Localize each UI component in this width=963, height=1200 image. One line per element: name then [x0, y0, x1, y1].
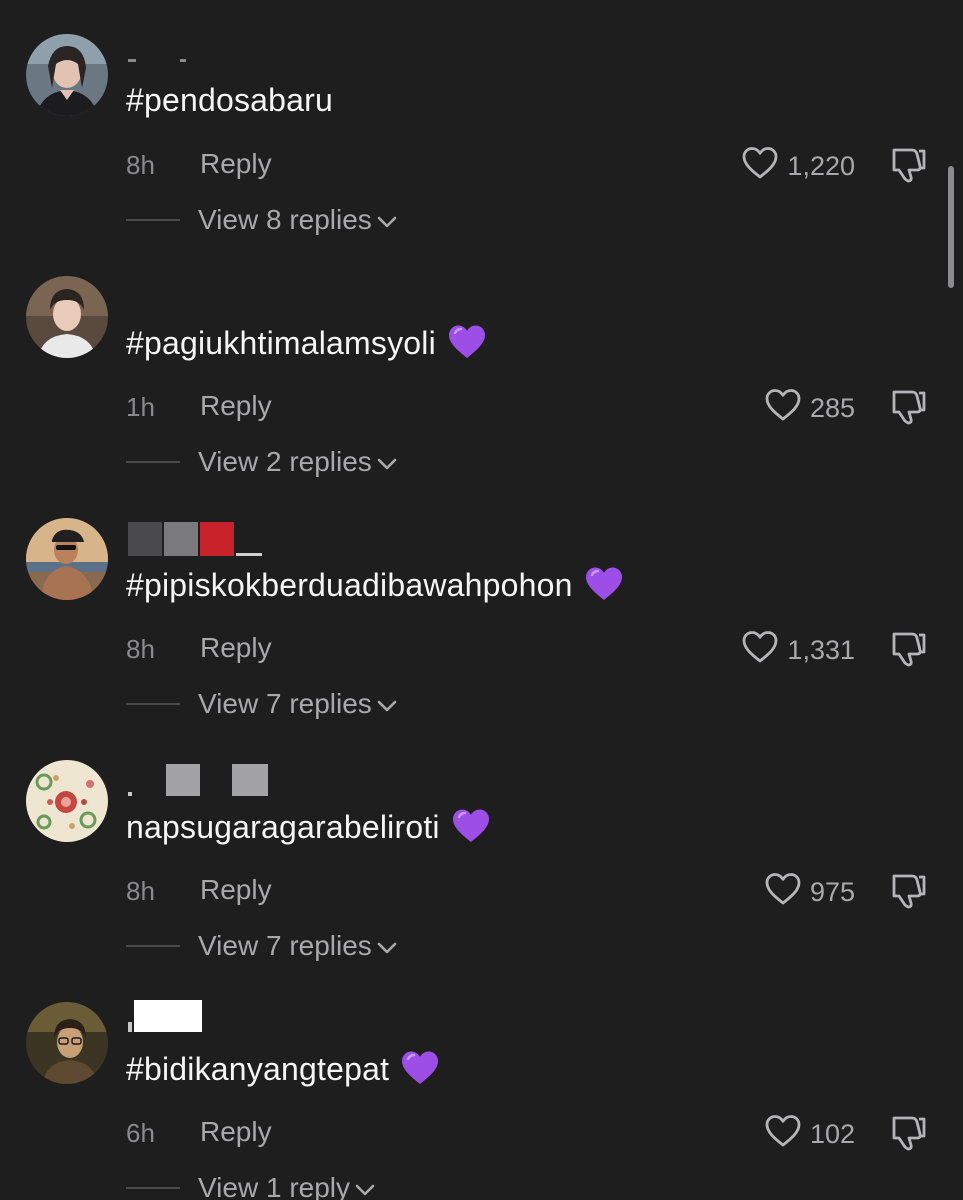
comment-item: #pendosabaru 8h Reply 1,220 View 8 repli… — [0, 0, 963, 242]
heart-outline-icon — [764, 1114, 802, 1155]
view-replies-label: View 8 replies — [198, 204, 372, 235]
comment-time: 8h — [126, 876, 155, 906]
like-count: 1,220 — [787, 151, 855, 181]
comment-item: #bidikanyangtepat 6h Reply 102 View 1 re… — [0, 968, 963, 1200]
purple-heart-emoji — [447, 324, 487, 368]
avatar[interactable] — [26, 34, 108, 116]
heart-outline-icon — [764, 388, 802, 429]
view-replies-button[interactable]: View 7 replies — [126, 930, 398, 962]
like-count: 102 — [809, 1119, 855, 1149]
reply-button[interactable]: Reply — [200, 874, 272, 906]
purple-heart-emoji — [584, 566, 624, 610]
thumbs-down-icon — [888, 874, 928, 914]
comment-item: #pagiukhtimalamsyoli 1h Reply 285 View 2… — [0, 242, 963, 484]
like-count: 975 — [809, 877, 855, 907]
username-redacted[interactable] — [128, 28, 186, 62]
dislike-button[interactable] — [888, 630, 928, 673]
thumbs-down-icon — [888, 632, 928, 672]
comment-text-content: napsugaragarabeliroti — [126, 809, 440, 845]
comment-text: #bidikanyangtepat — [126, 1050, 440, 1094]
view-replies-button[interactable]: View 7 replies — [126, 688, 398, 720]
divider-line — [126, 945, 180, 947]
divider-line — [126, 461, 180, 463]
like-button[interactable]: 1,220 — [741, 146, 855, 187]
like-count: 285 — [809, 393, 855, 423]
view-replies-label: View 1 reply — [198, 1172, 351, 1200]
divider-line — [126, 219, 180, 221]
avatar[interactable] — [26, 518, 108, 600]
like-button[interactable]: 975 — [764, 872, 855, 913]
thumbs-down-icon — [888, 1116, 928, 1156]
comment-text-content: #pendosabaru — [126, 82, 334, 118]
thumbs-down-icon — [888, 390, 928, 430]
comment-item: #pipiskokberduadibawahpohon 8h Reply 1,3… — [0, 484, 963, 726]
username-redacted[interactable] — [128, 522, 262, 556]
comments-screen: #pendosabaru 8h Reply 1,220 View 8 repli… — [0, 0, 963, 1200]
chevron-down-icon — [376, 688, 398, 720]
comment-text: #pagiukhtimalamsyoli — [126, 324, 487, 368]
comment-text-content: #pipiskokberduadibawahpohon — [126, 567, 573, 603]
purple-heart-emoji — [400, 1050, 440, 1094]
dislike-button[interactable] — [888, 1114, 928, 1157]
view-replies-label: View 7 replies — [198, 688, 372, 719]
heart-outline-icon — [741, 146, 779, 187]
avatar[interactable] — [26, 276, 108, 358]
view-replies-button[interactable]: View 2 replies — [126, 446, 398, 478]
scrollbar[interactable] — [948, 166, 954, 288]
thumbs-down-icon — [888, 148, 928, 188]
comment-text: #pipiskokberduadibawahpohon — [126, 566, 624, 610]
like-button[interactable]: 102 — [764, 1114, 855, 1155]
chevron-down-icon — [376, 930, 398, 962]
username-redacted[interactable] — [128, 762, 268, 796]
reply-button[interactable]: Reply — [200, 632, 272, 664]
purple-heart-emoji — [451, 808, 491, 852]
chevron-down-icon — [376, 446, 398, 478]
divider-line — [126, 1187, 180, 1189]
heart-outline-icon — [764, 872, 802, 913]
username-redacted[interactable] — [128, 998, 202, 1032]
comment-text: napsugaragarabeliroti — [126, 808, 491, 852]
chevron-down-icon — [376, 204, 398, 236]
chevron-down-icon — [354, 1172, 376, 1200]
heart-outline-icon — [741, 630, 779, 671]
dislike-button[interactable] — [888, 388, 928, 431]
comment-item: napsugaragarabeliroti 8h Reply 975 View … — [0, 726, 963, 968]
comment-time: 8h — [126, 150, 155, 180]
comment-time: 1h — [126, 392, 155, 422]
comment-text: #pendosabaru — [126, 82, 333, 119]
comment-time: 8h — [126, 634, 155, 664]
dislike-button[interactable] — [888, 146, 928, 189]
like-count: 1,331 — [787, 635, 855, 665]
like-button[interactable]: 285 — [764, 388, 855, 429]
like-button[interactable]: 1,331 — [741, 630, 855, 671]
comment-text-content: #bidikanyangtepat — [126, 1051, 399, 1087]
reply-button[interactable]: Reply — [200, 148, 272, 180]
divider-line — [126, 703, 180, 705]
avatar[interactable] — [26, 1002, 108, 1084]
comment-time: 6h — [126, 1118, 155, 1148]
view-replies-button[interactable]: View 8 replies — [126, 204, 398, 236]
view-replies-label: View 2 replies — [198, 446, 372, 477]
comment-text-content: #pagiukhtimalamsyoli — [126, 325, 436, 361]
view-replies-label: View 7 replies — [198, 930, 372, 961]
reply-button[interactable]: Reply — [200, 1116, 272, 1148]
view-replies-button[interactable]: View 1 reply — [126, 1172, 376, 1200]
avatar[interactable] — [26, 760, 108, 842]
dislike-button[interactable] — [888, 872, 928, 915]
reply-button[interactable]: Reply — [200, 390, 272, 422]
